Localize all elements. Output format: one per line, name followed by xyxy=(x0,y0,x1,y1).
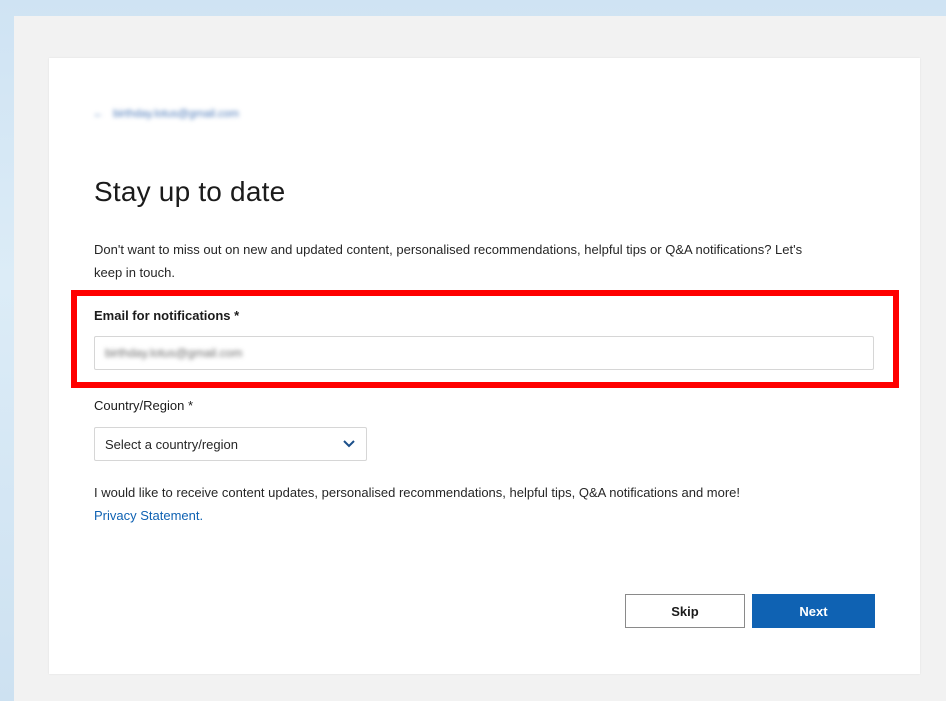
country-select-value: Select a country/region xyxy=(105,436,238,452)
chevron-down-icon xyxy=(342,437,356,451)
consent-text: I would like to receive content updates,… xyxy=(94,485,741,500)
account-email: birthday.lotus@gmail.com xyxy=(113,108,239,120)
next-button[interactable]: Next xyxy=(752,594,875,628)
page-title: Stay up to date xyxy=(94,176,286,207)
page-description: Don't want to miss out on new and update… xyxy=(94,242,803,280)
country-select[interactable]: Select a country/region xyxy=(94,427,367,461)
signup-card: ← birthday.lotus@gmail.com Stay up to da… xyxy=(49,58,920,674)
account-identity[interactable]: ← birthday.lotus@gmail.com xyxy=(93,108,239,120)
back-arrow-icon: ← xyxy=(93,108,104,120)
privacy-statement-link[interactable]: Privacy Statement. xyxy=(94,508,203,523)
country-field-label: Country/Region * xyxy=(94,398,193,413)
consent-text-block: I would like to receive content updates,… xyxy=(94,481,894,527)
email-field[interactable]: birthday.lotus@gmail.com xyxy=(94,336,874,370)
email-field-value: birthday.lotus@gmail.com xyxy=(105,346,243,360)
skip-button[interactable]: Skip xyxy=(625,594,745,628)
email-field-label: Email for notifications * xyxy=(94,308,240,323)
